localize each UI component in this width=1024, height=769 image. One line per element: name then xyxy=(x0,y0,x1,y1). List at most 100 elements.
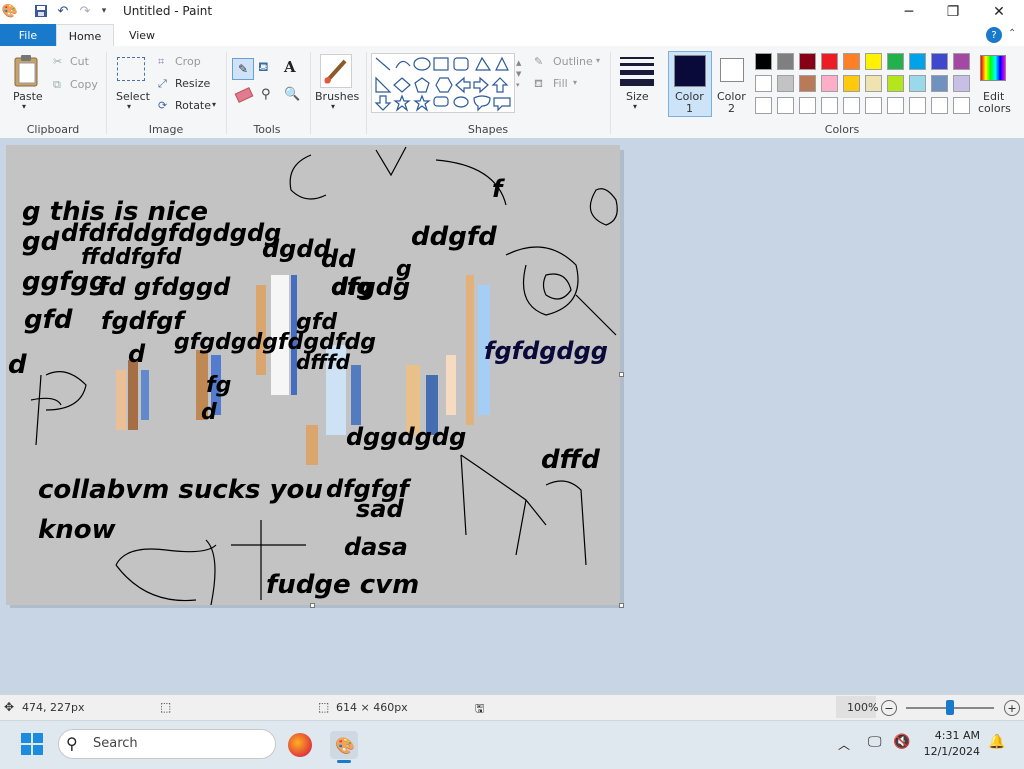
paste-icon[interactable] xyxy=(12,54,40,88)
palette-color-swatch[interactable] xyxy=(909,53,926,70)
palette-color-swatch[interactable] xyxy=(887,97,904,114)
paint-taskbar-button[interactable]: 🎨 xyxy=(330,731,358,759)
brushes-dropdown-icon[interactable]: ▾ xyxy=(331,102,335,111)
copy-icon[interactable]: ⧉ xyxy=(53,78,61,92)
tab-view[interactable]: View xyxy=(116,24,168,46)
palette-color-swatch[interactable] xyxy=(865,97,882,114)
palette-color-swatch[interactable] xyxy=(887,75,904,92)
palette-color-swatch[interactable] xyxy=(821,97,838,114)
resize-icon[interactable]: ⤢ xyxy=(158,77,167,91)
resize-handle-bottom[interactable] xyxy=(310,603,315,608)
save-icon[interactable] xyxy=(33,3,49,19)
paint-app-icon[interactable]: 🎨 xyxy=(2,3,18,19)
palette-color-swatch[interactable] xyxy=(755,75,772,92)
palette-color-swatch[interactable] xyxy=(953,97,970,114)
fill-icon[interactable]: ⛾ xyxy=(534,77,543,92)
maximize-button[interactable]: ❐ xyxy=(930,0,976,24)
collapse-ribbon-icon[interactable]: ⌃ xyxy=(1008,28,1016,39)
resize-button[interactable]: Resize xyxy=(175,77,210,90)
text-icon[interactable]: A xyxy=(284,58,296,76)
taskbar-search-box[interactable] xyxy=(58,729,276,759)
zoom-in-button[interactable]: + xyxy=(1004,700,1020,716)
paste-dropdown-icon[interactable]: ▾ xyxy=(22,102,26,111)
zoom-out-button[interactable]: − xyxy=(881,700,897,716)
rotate-icon[interactable]: ⟳ xyxy=(158,99,167,112)
palette-color-swatch[interactable] xyxy=(843,97,860,114)
color1-swatch[interactable] xyxy=(674,55,706,87)
palette-color-swatch[interactable] xyxy=(821,75,838,92)
shapes-gallery[interactable] xyxy=(371,53,515,113)
color-picker-icon[interactable]: ⚲ xyxy=(261,87,271,102)
windows-start-icon[interactable] xyxy=(21,733,43,755)
crop-button[interactable]: Crop xyxy=(175,55,201,68)
shapes-scroll-icon[interactable]: ▲ ▼ ▾ xyxy=(516,58,521,91)
palette-color-swatch[interactable] xyxy=(865,53,882,70)
palette-color-swatch[interactable] xyxy=(843,75,860,92)
palette-color-swatch[interactable] xyxy=(931,75,948,92)
select-icon[interactable] xyxy=(117,57,145,81)
clock-time[interactable]: 4:31 AM xyxy=(932,729,980,742)
outline-button[interactable]: Outline xyxy=(553,55,593,68)
redo-icon[interactable]: ↷ xyxy=(77,3,93,19)
close-button[interactable]: ✕ xyxy=(976,0,1022,24)
drawing-canvas[interactable]: g this is nice gd dfdfddgfdgdgdg ddgfd dgdd d… xyxy=(6,145,620,605)
palette-color-swatch[interactable] xyxy=(799,53,816,70)
outline-icon[interactable]: ✎ xyxy=(534,55,543,68)
palette-color-swatch[interactable] xyxy=(755,97,772,114)
brushes-button[interactable]: Brushes xyxy=(315,90,359,103)
cut-button[interactable]: Cut xyxy=(70,55,89,68)
tab-home[interactable]: Home xyxy=(56,24,114,47)
crop-icon[interactable]: ⌗ xyxy=(158,55,164,69)
palette-color-swatch[interactable] xyxy=(821,53,838,70)
volume-muted-icon[interactable]: 🔇 xyxy=(893,734,910,750)
fill-button[interactable]: Fill xyxy=(553,77,568,90)
undo-icon[interactable]: ↶ xyxy=(55,3,71,19)
palette-color-swatch[interactable] xyxy=(953,75,970,92)
paste-button[interactable]: Paste xyxy=(13,90,43,103)
palette-color-swatch[interactable] xyxy=(953,53,970,70)
rotate-dropdown-icon[interactable]: ▾ xyxy=(212,100,216,109)
copy-button[interactable]: Copy xyxy=(70,78,98,91)
palette-color-swatch[interactable] xyxy=(931,53,948,70)
palette-color-swatch[interactable] xyxy=(909,97,926,114)
resize-handle-corner[interactable] xyxy=(619,603,624,608)
pencil-icon[interactable]: ✎ xyxy=(232,58,254,80)
select-button[interactable]: Select xyxy=(116,90,150,103)
palette-color-swatch[interactable] xyxy=(843,53,860,70)
palette-color-swatch[interactable] xyxy=(799,75,816,92)
select-dropdown-icon[interactable]: ▾ xyxy=(127,102,131,111)
cut-icon[interactable]: ✂ xyxy=(53,55,62,68)
notification-bell-icon[interactable]: 🔔 xyxy=(988,734,1005,750)
palette-color-swatch[interactable] xyxy=(931,97,948,114)
palette-color-swatch[interactable] xyxy=(799,97,816,114)
palette-color-swatch[interactable] xyxy=(909,75,926,92)
palette-color-swatch[interactable] xyxy=(887,53,904,70)
brushes-icon[interactable] xyxy=(320,54,352,88)
size-icon[interactable] xyxy=(620,55,654,86)
palette-color-swatch[interactable] xyxy=(777,53,794,70)
edit-colors-button-line2[interactable]: colors xyxy=(978,102,1011,115)
chevron-up-icon[interactable]: ︿ xyxy=(838,736,850,753)
network-icon[interactable]: 🖵 xyxy=(868,734,882,750)
fill-bucket-icon[interactable]: ⛾ xyxy=(258,60,269,77)
palette-color-swatch[interactable] xyxy=(755,53,772,70)
fill-dropdown-icon[interactable]: ▾ xyxy=(573,78,577,87)
firefox-icon[interactable] xyxy=(288,733,312,757)
palette-color-swatch[interactable] xyxy=(777,75,794,92)
size-button[interactable]: Size xyxy=(626,90,649,103)
palette-color-swatch[interactable] xyxy=(865,75,882,92)
color2-swatch[interactable] xyxy=(720,58,744,82)
tab-file[interactable]: File xyxy=(0,24,56,46)
zoom-slider-thumb[interactable] xyxy=(946,700,954,715)
edit-colors-icon[interactable] xyxy=(980,55,1006,81)
outline-dropdown-icon[interactable]: ▾ xyxy=(596,56,600,65)
resize-handle-right[interactable] xyxy=(619,372,624,377)
minimize-button[interactable]: ─ xyxy=(886,0,932,24)
size-dropdown-icon[interactable]: ▾ xyxy=(633,102,637,111)
palette-color-swatch[interactable] xyxy=(777,97,794,114)
help-icon[interactable]: ? xyxy=(986,27,1002,43)
rotate-button[interactable]: Rotate xyxy=(175,99,211,112)
magnifier-icon[interactable]: 🔍 xyxy=(284,87,300,102)
clock-date[interactable]: 12/1/2024 xyxy=(922,745,980,758)
customize-toolbar-icon[interactable]: ▾ xyxy=(96,3,112,19)
